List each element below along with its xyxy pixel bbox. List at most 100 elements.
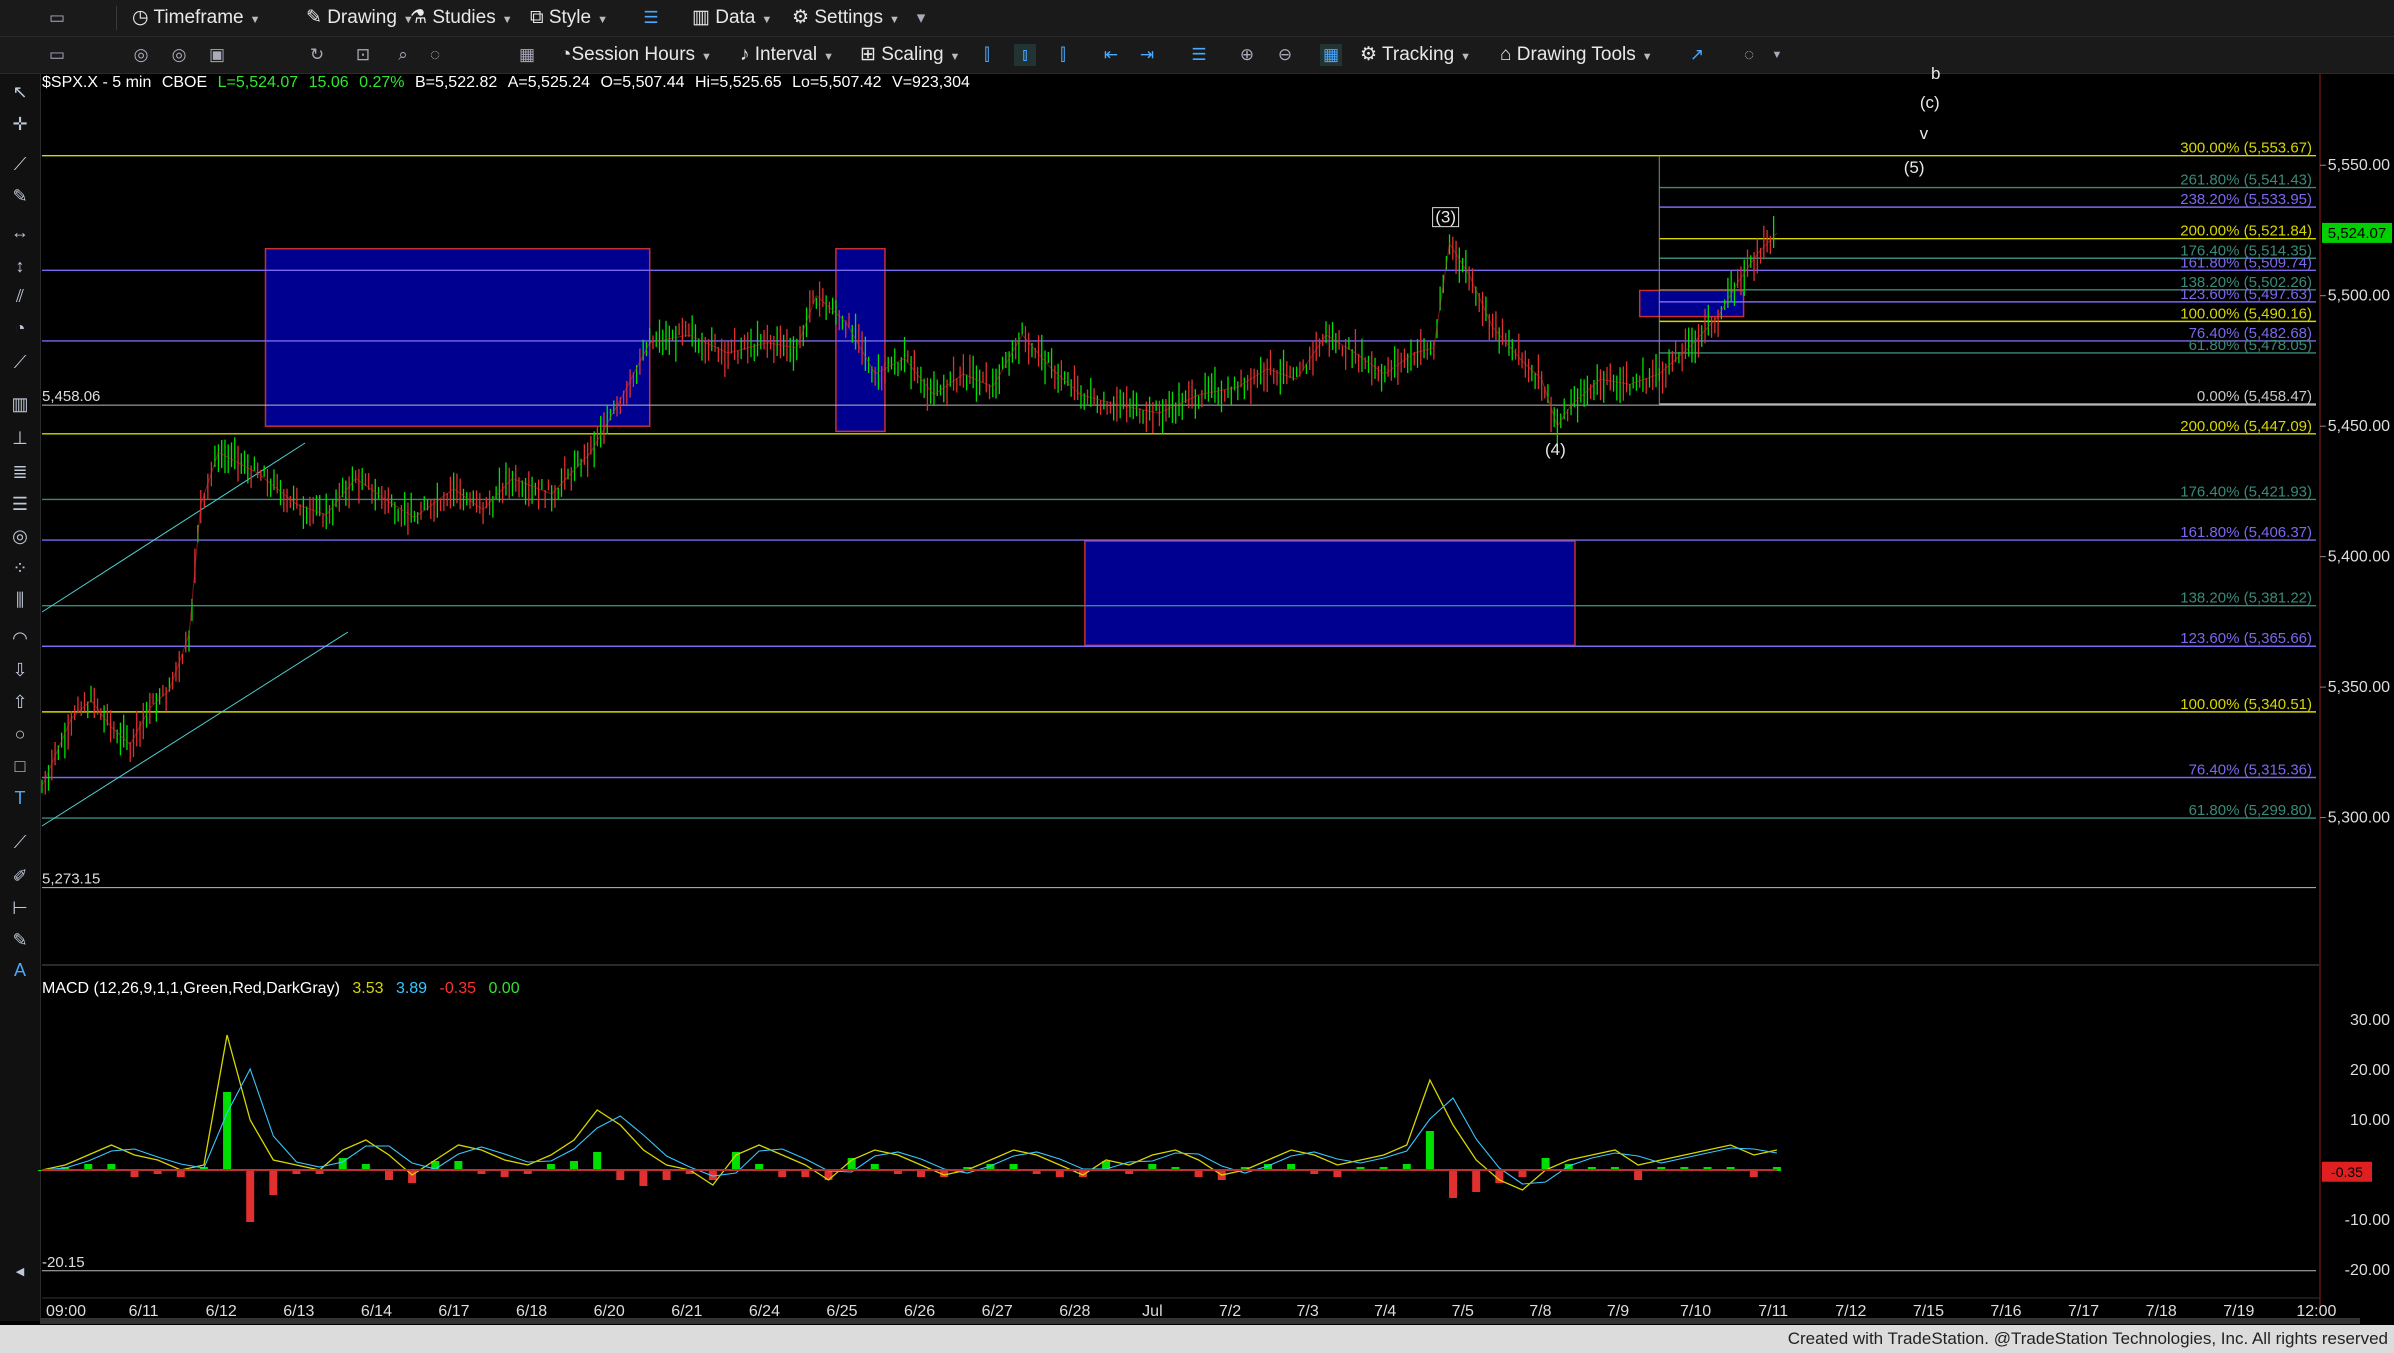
x-axis-tick-label: Jul	[1142, 1303, 1162, 1318]
x-axis-tick-label: 6/13	[283, 1303, 314, 1318]
x-axis-tick-label: 6/26	[904, 1303, 935, 1318]
x-axis-tick-label: 09:00	[46, 1303, 86, 1318]
x-axis-tick-label: 7/16	[1990, 1303, 2021, 1318]
net-change-pct: 0.27%	[359, 74, 405, 91]
x-axis-tick-label: 7/8	[1529, 1303, 1551, 1318]
footer-bar: Created with TradeStation. @TradeStation…	[0, 1325, 2394, 1353]
macd-histogram-value: -0.35	[439, 980, 476, 997]
fib-level-label: 76.40% (5,315.36)	[2189, 761, 2312, 778]
x-axis-tick-label: 6/25	[826, 1303, 857, 1318]
x-axis-tick-label: 6/24	[749, 1303, 780, 1318]
fib-level-label: 200.00% (5,447.09)	[2180, 418, 2312, 435]
fib-level-label: 200.00% (5,521.84)	[2180, 223, 2312, 240]
wave-label: v	[1920, 124, 1929, 143]
trend-channel-upper	[41, 442, 306, 613]
x-axis-tick-label: 6/21	[671, 1303, 702, 1318]
last-price-tag-label: 5,524.07	[2328, 225, 2386, 242]
fib-level-label: 300.00% (5,553.67)	[2180, 140, 2312, 157]
target-box	[835, 247, 886, 433]
x-axis-tick-label: 7/11	[1758, 1303, 1788, 1318]
x-axis-tick-label: 6/11	[129, 1303, 159, 1318]
x-axis-tick-label: 7/5	[1452, 1303, 1474, 1318]
y-axis-tick-label: 5,500.00	[2328, 288, 2390, 305]
last-price: L=5,524.07	[217, 74, 299, 91]
macd-header: MACD (12,26,9,1,1,Green,Red,DarkGray) 3.…	[42, 980, 520, 998]
macd-histogram-bar	[778, 1170, 787, 1177]
price-chart[interactable]: 300.00% (5,553.67) 261.80% (5,541.43) 238.…	[0, 0, 2394, 1318]
fib-level-label: 61.80% (5,478.05)	[2189, 337, 2312, 354]
fib-level-label: 138.20% (5,381.22)	[2180, 590, 2312, 607]
wave-label: b	[1931, 64, 1940, 83]
macd-histogram-bar	[1634, 1170, 1643, 1180]
reference-label: 5,458.06	[42, 388, 100, 405]
x-axis-tick-label: 6/18	[516, 1303, 547, 1318]
macd-histogram-bar	[384, 1170, 393, 1180]
macd-histogram-bar	[1449, 1170, 1458, 1198]
wave-label: (c)	[1920, 93, 1940, 112]
y-axis-tick-label: 5,450.00	[2328, 418, 2390, 435]
x-axis-tick-label: 7/19	[2223, 1303, 2254, 1318]
fib-level-label: 161.80% (5,406.37)	[2180, 524, 2312, 541]
x-axis-tick-label: 6/12	[206, 1303, 237, 1318]
fib-level-label: 100.00% (5,340.51)	[2180, 696, 2312, 713]
macd-histogram-bar	[500, 1170, 509, 1177]
reference-label: 5,273.15	[42, 871, 100, 888]
macd-axis-tick-label: -10.00	[2345, 1212, 2390, 1229]
macd-histogram-bar	[1333, 1170, 1342, 1177]
macd-histogram-bar	[130, 1170, 139, 1177]
macd-value: 3.53	[352, 980, 384, 997]
macd-histogram-bar	[616, 1170, 625, 1180]
macd-study-label: MACD (12,26,9,1,1,Green,Red,DarkGray)	[42, 980, 340, 997]
net-change: 15.06	[308, 74, 349, 91]
fib-level-label: 176.40% (5,421.93)	[2180, 483, 2312, 500]
macd-signal-value: 3.89	[395, 980, 428, 997]
wave-label: (5)	[1904, 158, 1925, 177]
symbol-header: $SPX.X - 5 min CBOE L=5,524.07 15.06 0.2…	[42, 74, 970, 92]
macd-axis-tick-label: 20.00	[2350, 1062, 2390, 1079]
wave-label: (3)	[1435, 208, 1456, 227]
macd-histogram-bar	[639, 1170, 648, 1186]
y-axis-tick-label: 5,300.00	[2328, 810, 2390, 827]
macd-histogram-bar	[269, 1170, 278, 1195]
fib-level-label: 61.80% (5,299.80)	[2189, 802, 2312, 819]
x-axis-tick-label: 7/17	[2068, 1303, 2099, 1318]
x-axis-tick-label: 7/2	[1219, 1303, 1241, 1318]
wave-label: (4)	[1545, 440, 1566, 459]
macd-axis-tick-label: 10.00	[2350, 1112, 2390, 1129]
symbol-name: $SPX.X - 5 min	[42, 74, 152, 91]
macd-last-tag-label: -0.35	[2331, 1164, 2363, 1180]
x-axis-tick-label: 6/27	[982, 1303, 1013, 1318]
fib-level-label: 123.60% (5,497.63)	[2180, 286, 2312, 303]
fib-level-label: 0.00% (5,458.47)	[2197, 388, 2312, 405]
volume: V=923,304	[892, 74, 970, 91]
exchange-name: CBOE	[161, 74, 208, 91]
macd-histogram-bar	[1425, 1131, 1434, 1171]
macd-histogram-bar	[801, 1170, 810, 1177]
high-price: Hi=5,525.65	[694, 74, 782, 91]
fib-level-label: 100.00% (5,490.16)	[2180, 305, 2312, 322]
fib-level-label: 238.20% (5,533.95)	[2180, 191, 2312, 208]
target-box	[264, 247, 651, 427]
macd-histogram-bar	[176, 1170, 185, 1177]
macd-histogram-bar	[593, 1152, 602, 1171]
macd-line	[41, 1034, 1778, 1191]
x-axis-tick-label: 7/12	[1835, 1303, 1866, 1318]
x-axis-tick-label: 6/17	[438, 1303, 469, 1318]
macd-axis-tick-label: -20.00	[2345, 1262, 2390, 1279]
macd-axis-tick-label: 30.00	[2350, 1012, 2390, 1029]
x-axis-tick-label: 6/28	[1059, 1303, 1090, 1318]
x-axis-tick-label: 7/4	[1374, 1303, 1396, 1318]
macd-histogram-bar	[223, 1092, 232, 1171]
macd-zero-value: 0.00	[488, 980, 520, 997]
copyright-text: Created with TradeStation. @TradeStation…	[1787, 1329, 2388, 1348]
macd-histogram-bar	[662, 1170, 671, 1180]
fib-level-label: 261.80% (5,541.43)	[2180, 172, 2312, 189]
x-axis-tick-label: 12:00	[2296, 1303, 2336, 1318]
y-axis-tick-label: 5,400.00	[2328, 549, 2390, 566]
macd-reference-label: -20.15	[42, 1254, 85, 1271]
horizontal-scrollbar[interactable]	[40, 1318, 2360, 1324]
y-axis-tick-label: 5,550.00	[2328, 157, 2390, 174]
fib-level-label: 123.60% (5,365.66)	[2180, 630, 2312, 647]
x-axis-tick-label: 7/3	[1296, 1303, 1318, 1318]
low-price: Lo=5,507.42	[792, 74, 882, 91]
